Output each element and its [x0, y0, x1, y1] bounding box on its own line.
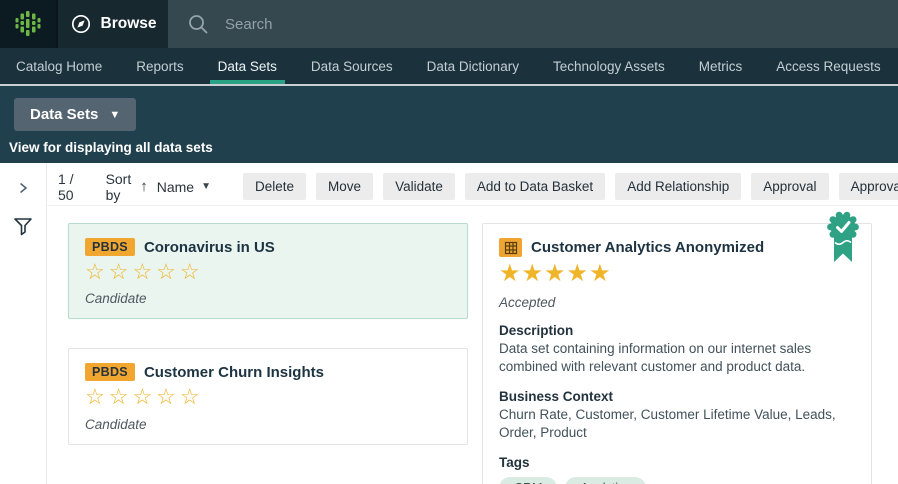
nav-item-access-requests[interactable]: Access Requests	[774, 48, 882, 84]
add-relationship-button[interactable]: Add Relationship	[615, 173, 742, 200]
card-header: Customer Analytics Anonymized	[499, 238, 855, 257]
tag-crm: CRM	[499, 477, 558, 484]
pbds-badge: PBDS	[85, 363, 135, 382]
nav-item-data-sets[interactable]: Data Sets	[209, 48, 286, 84]
browse-label: Browse	[100, 15, 157, 32]
sort-field-label: Name	[156, 178, 195, 195]
chevron-down-icon: ▼	[109, 108, 121, 121]
filter-rail	[0, 163, 47, 484]
view-description: View for displaying all data sets	[9, 140, 213, 155]
status-label: Candidate	[85, 416, 147, 432]
search-icon	[189, 14, 208, 33]
results-toolbar: 1 / 50 Sort by ↑ Name ▼ Delete Move Vali…	[47, 170, 898, 206]
validate-button[interactable]: Validate	[383, 173, 455, 200]
global-search	[168, 0, 898, 48]
nav-item-data-dictionary[interactable]: Data Dictionary	[425, 48, 521, 84]
status-label: Candidate	[85, 291, 147, 307]
content-area: 1 / 50 Sort by ↑ Name ▼ Delete Move Vali…	[0, 163, 898, 484]
rating-stars: ★★★★★	[499, 260, 612, 287]
filter-funnel-icon[interactable]	[12, 215, 34, 237]
view-selector-label: Data Sets	[30, 106, 99, 123]
dataset-card-coronavirus-in-us[interactable]: PBDS Coronavirus in US ☆☆☆☆☆ Candidate	[68, 223, 468, 320]
delete-button[interactable]: Delete	[243, 173, 307, 200]
card-title: Customer Churn Insights	[143, 363, 324, 381]
logo-icon	[15, 11, 41, 36]
business-context-label: Business Context	[499, 389, 614, 405]
results-panel: 1 / 50 Sort by ↑ Name ▼ Delete Move Vali…	[47, 163, 898, 484]
nav-item-reports[interactable]: Reports	[134, 48, 185, 84]
dataset-card-customer-churn-insights[interactable]: PBDS Customer Churn Insights ☆☆☆☆☆ Candi…	[68, 348, 468, 445]
approval-button-2[interactable]: Approval	[838, 173, 898, 200]
top-bar: Browse	[0, 0, 898, 48]
approval-button-1[interactable]: Approval	[751, 173, 829, 200]
rating-stars: ☆☆☆☆☆	[85, 259, 204, 284]
add-to-data-basket-button[interactable]: Add to Data Basket	[464, 173, 606, 200]
business-context-text: Churn Rate, Customer, Customer Lifetime …	[499, 407, 836, 441]
action-buttons: Delete Move Validate Add to Data Basket …	[243, 173, 898, 200]
nav-item-catalog-home[interactable]: Catalog Home	[14, 48, 104, 84]
expand-panel-chevron-icon[interactable]	[14, 179, 32, 197]
description-label: Description	[499, 322, 574, 338]
search-input[interactable]	[225, 15, 645, 33]
pbds-badge: PBDS	[85, 238, 135, 256]
certified-ribbon-icon	[827, 211, 859, 262]
view-selector-button[interactable]: Data Sets ▼	[14, 98, 137, 131]
card-header: PBDS Coronavirus in US	[85, 238, 451, 256]
nav-item-technology-assets[interactable]: Technology Assets	[551, 48, 667, 84]
chevron-down-icon: ▼	[201, 181, 212, 192]
tags-label: Tags	[499, 455, 530, 471]
browse-button[interactable]: Browse	[56, 0, 168, 48]
tag-list: CRM Analytics	[499, 477, 855, 484]
nav-item-data-sources[interactable]: Data Sources	[309, 48, 395, 84]
app-logo[interactable]	[0, 0, 56, 48]
nav-item-metrics[interactable]: Metrics	[697, 48, 745, 84]
move-button[interactable]: Move	[316, 173, 374, 200]
card-column-left: PBDS Coronavirus in US ☆☆☆☆☆ Candidate P…	[68, 223, 468, 445]
tag-analytics: Analytics	[565, 477, 646, 484]
sort-ascending-icon[interactable]: ↑	[140, 178, 148, 195]
card-title: Customer Analytics Anonymized	[531, 239, 765, 256]
sort-by-label: Sort by	[105, 170, 132, 203]
result-count: 1 / 50	[58, 170, 74, 203]
description-text: Data set containing information on our i…	[499, 340, 812, 374]
compass-icon	[71, 14, 90, 34]
main-nav: Catalog Home Reports Data Sets Data Sour…	[0, 48, 898, 86]
card-title: Coronavirus in US	[143, 238, 275, 256]
rating-stars: ☆☆☆☆☆	[85, 384, 204, 410]
sort-control: Sort by ↑ Name ▼	[106, 171, 211, 203]
card-header: PBDS Customer Churn Insights	[85, 363, 451, 382]
card-grid: PBDS Coronavirus in US ☆☆☆☆☆ Candidate P…	[68, 211, 898, 484]
status-label: Accepted	[499, 294, 556, 310]
data-set-table-icon	[499, 238, 522, 257]
sort-field-dropdown[interactable]: Name ▼	[157, 179, 211, 195]
dataset-card-customer-analytics-anonymized[interactable]: Customer Analytics Anonymized ★★★★★ Acce…	[482, 211, 872, 484]
view-header: Data Sets ▼ View for displaying all data…	[0, 86, 898, 163]
